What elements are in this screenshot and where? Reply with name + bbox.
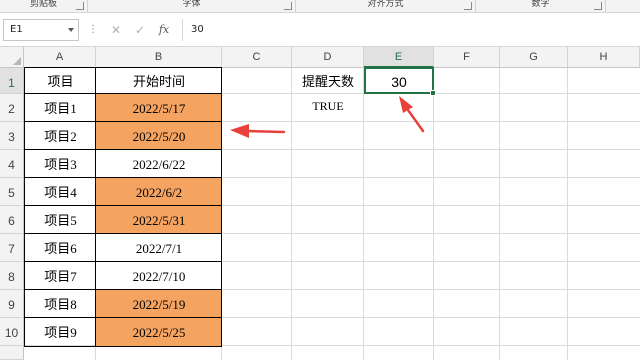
ribbon-group-clipboard: 剪贴板 bbox=[0, 0, 88, 12]
dialog-launcher-icon[interactable] bbox=[464, 2, 472, 10]
gridline bbox=[433, 68, 434, 360]
column-header-g[interactable]: G bbox=[500, 47, 568, 68]
row-header-5[interactable]: 5 bbox=[0, 178, 24, 206]
table-cell-date[interactable]: 2022/5/25 bbox=[96, 318, 222, 346]
table-cell-date[interactable]: 2022/7/10 bbox=[96, 262, 222, 290]
table-cell-item[interactable]: 项目8 bbox=[25, 290, 96, 318]
table-cell-date[interactable]: 2022/7/1 bbox=[96, 234, 222, 262]
table-inner-border bbox=[24, 93, 222, 94]
formula-input[interactable]: 30 bbox=[182, 19, 637, 41]
table-header-start-time[interactable]: 开始时间 bbox=[96, 68, 222, 94]
row-header-9[interactable]: 9 bbox=[0, 290, 24, 318]
insert-function-icon[interactable]: fx bbox=[156, 22, 172, 38]
cancel-icon[interactable]: ✕ bbox=[108, 22, 124, 38]
ribbon-group-label: 对齐方式 bbox=[367, 0, 404, 9]
row-header-4[interactable]: 4 bbox=[0, 150, 24, 178]
gridline bbox=[567, 68, 568, 360]
table-inner-border bbox=[24, 289, 222, 290]
row-header-2[interactable]: 2 bbox=[0, 94, 24, 122]
table-inner-border bbox=[24, 233, 222, 234]
table-cell-date[interactable]: 2022/5/31 bbox=[96, 206, 222, 234]
row-header-1[interactable]: 1 bbox=[0, 68, 24, 94]
fill-handle[interactable] bbox=[430, 90, 436, 96]
column-header-c[interactable]: C bbox=[222, 47, 292, 68]
table-inner-border bbox=[24, 121, 222, 122]
table-cell-date[interactable]: 2022/5/17 bbox=[96, 94, 222, 122]
table-inner-border bbox=[24, 261, 222, 262]
column-header-f[interactable]: F bbox=[434, 47, 500, 68]
table-cell-date[interactable]: 2022/5/19 bbox=[96, 290, 222, 318]
ribbon-group-number: 数字 bbox=[476, 0, 606, 12]
formula-bar: E1 ⋮ ✕ ✓ fx 30 bbox=[0, 13, 640, 47]
table-inner-border bbox=[24, 177, 222, 178]
name-box-value: E1 bbox=[10, 24, 23, 35]
table-cell-date[interactable]: 2022/5/20 bbox=[96, 122, 222, 150]
reminder-days-label[interactable]: 提醒天数 bbox=[292, 68, 364, 94]
table-inner-border bbox=[24, 205, 222, 206]
name-box-dropdown-icon[interactable] bbox=[68, 28, 74, 32]
ribbon-group-alignment: 对齐方式 bbox=[296, 0, 476, 12]
column-header-h[interactable]: H bbox=[568, 47, 640, 68]
reminder-flag-cell[interactable]: TRUE bbox=[292, 94, 364, 122]
gridline bbox=[499, 68, 500, 360]
table-cell-item[interactable]: 项目5 bbox=[25, 206, 96, 234]
row-header-10[interactable]: 10 bbox=[0, 318, 24, 346]
row-header-6[interactable]: 6 bbox=[0, 206, 24, 234]
table-cell-item[interactable]: 项目6 bbox=[25, 234, 96, 262]
ribbon-group-label: 字体 bbox=[182, 0, 201, 9]
enter-icon[interactable]: ✓ bbox=[132, 22, 148, 38]
dialog-launcher-icon[interactable] bbox=[76, 2, 84, 10]
spreadsheet-grid[interactable]: A B C D E F G H 1 2 3 4 5 6 7 8 9 10 项目 … bbox=[0, 47, 640, 360]
dialog-launcher-icon[interactable] bbox=[594, 2, 602, 10]
table-cell-item[interactable]: 项目9 bbox=[25, 318, 96, 346]
row-header-3[interactable]: 3 bbox=[0, 122, 24, 150]
table-cell-item[interactable]: 项目1 bbox=[25, 94, 96, 122]
row-header-7[interactable]: 7 bbox=[0, 234, 24, 262]
table-inner-border bbox=[95, 67, 96, 347]
column-header-b[interactable]: B bbox=[96, 47, 222, 68]
formula-bar-grip-icon: ⋮ bbox=[88, 24, 98, 35]
table-header-item[interactable]: 项目 bbox=[25, 68, 96, 94]
table-cell-date[interactable]: 2022/6/2 bbox=[96, 178, 222, 206]
select-all-icon bbox=[13, 57, 21, 65]
active-cell-selection bbox=[364, 67, 434, 94]
ribbon-group-font: 字体 bbox=[88, 0, 296, 12]
column-header-d[interactable]: D bbox=[292, 47, 364, 68]
table-inner-border bbox=[24, 149, 222, 150]
table-cell-item[interactable]: 项目3 bbox=[25, 150, 96, 178]
table-cell-date[interactable]: 2022/6/22 bbox=[96, 150, 222, 178]
row-header-8[interactable]: 8 bbox=[0, 262, 24, 290]
table-cell-item[interactable]: 项目2 bbox=[25, 122, 96, 150]
column-header-a[interactable]: A bbox=[24, 47, 96, 68]
table-cell-item[interactable]: 项目4 bbox=[25, 178, 96, 206]
ribbon-group-labels: 剪贴板 字体 对齐方式 数字 bbox=[0, 0, 640, 13]
select-all-button[interactable] bbox=[0, 47, 24, 68]
table-cell-item[interactable]: 项目7 bbox=[25, 262, 96, 290]
formula-value: 30 bbox=[191, 24, 204, 35]
ribbon-group-label: 剪贴板 bbox=[29, 0, 57, 9]
column-header-e[interactable]: E bbox=[364, 47, 434, 68]
ribbon-group-label: 数字 bbox=[531, 0, 550, 9]
table-inner-border bbox=[24, 317, 222, 318]
row-header-11[interactable] bbox=[0, 346, 24, 360]
dialog-launcher-icon[interactable] bbox=[284, 2, 292, 10]
